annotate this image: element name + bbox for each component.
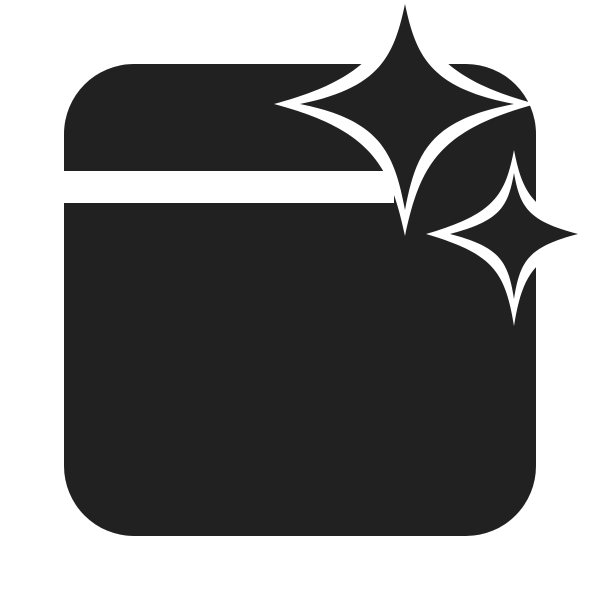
app-window-sparkle-svg bbox=[64, 4, 578, 536]
app-window-sparkle-icon bbox=[0, 0, 600, 600]
icon-canvas bbox=[0, 0, 600, 600]
window-body bbox=[64, 64, 536, 536]
